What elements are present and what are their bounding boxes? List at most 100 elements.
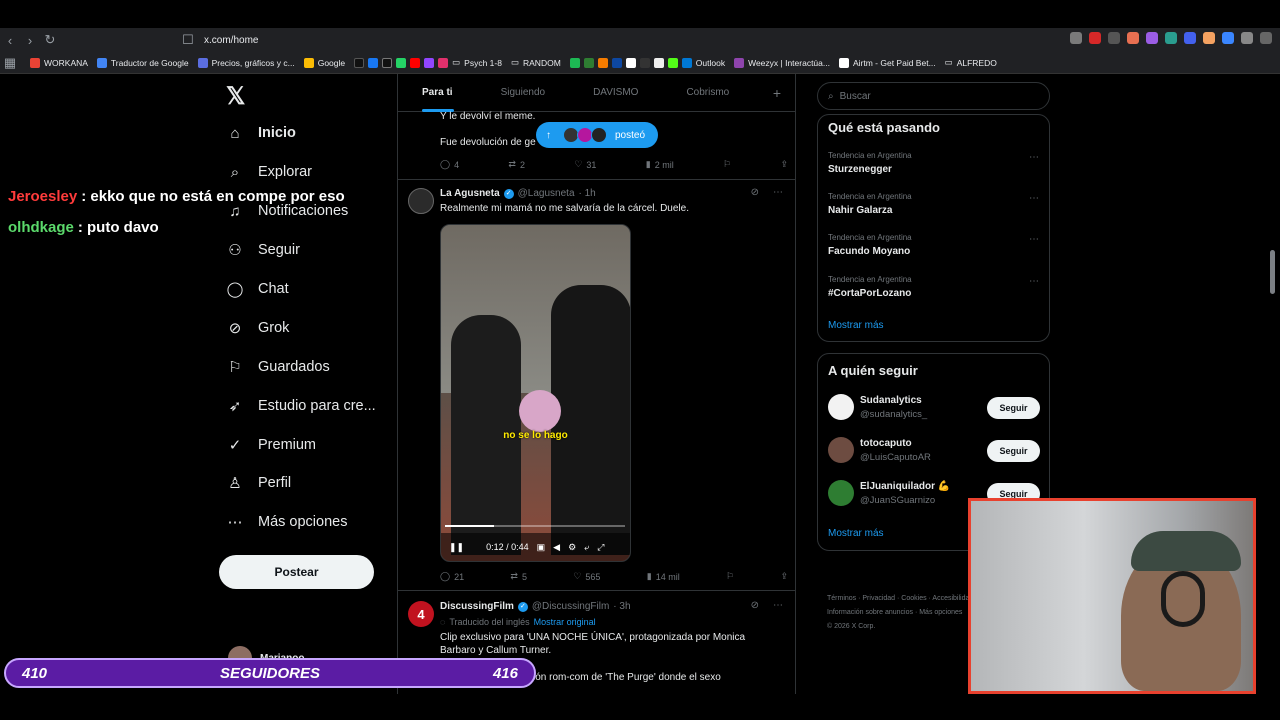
trend-item[interactable]: #CortaPorLozano xyxy=(828,288,911,299)
bookmark-button[interactable]: ⚐ xyxy=(723,159,731,170)
extension-icon[interactable] xyxy=(1241,32,1253,44)
more-options-icon[interactable]: ⋯ xyxy=(1029,276,1039,287)
retweet-button[interactable]: ⇄ 2 xyxy=(508,159,525,170)
author-name[interactable]: DiscussingFilm xyxy=(440,601,514,612)
bookmark-icons-group[interactable] xyxy=(354,57,449,68)
nav-creator-studio[interactable]: ➶ Estudio para cre... xyxy=(226,397,376,415)
post-button[interactable]: Postear xyxy=(219,555,374,589)
nav-bookmarks[interactable]: ⚐ Guardados xyxy=(226,358,329,376)
tab-cobrismo[interactable]: Cobrismo xyxy=(662,87,753,98)
author-handle[interactable]: @Lagusneta xyxy=(518,188,575,199)
extension-icon[interactable] xyxy=(1089,32,1101,44)
extension-icon[interactable] xyxy=(1108,32,1120,44)
trend-item[interactable]: Facundo Moyano xyxy=(828,246,910,257)
bookmark-item[interactable]: Outlook xyxy=(681,57,725,68)
nav-grok[interactable]: ⊘ Grok xyxy=(226,319,290,337)
retweet-button[interactable]: ⇄ 5 xyxy=(510,571,527,582)
add-tab-icon[interactable]: + xyxy=(773,85,781,101)
bookmark-item[interactable]: Precios, gráficos y c... xyxy=(197,57,295,68)
nav-chat[interactable]: ◯ Chat xyxy=(226,280,289,298)
fullscreen-icon[interactable]: ⤢ xyxy=(597,542,604,553)
avatar[interactable]: 4 xyxy=(408,601,434,627)
nav-profile[interactable]: ♙ Perfil xyxy=(226,474,291,492)
reply-button[interactable]: ◯ 21 xyxy=(440,571,464,582)
extension-icon[interactable] xyxy=(1165,32,1177,44)
share-button[interactable]: ⇪ xyxy=(780,571,788,582)
extension-icon[interactable] xyxy=(1203,32,1215,44)
follow-button[interactable]: Seguir xyxy=(987,397,1040,419)
forward-icon[interactable]: › xyxy=(20,30,40,50)
popout-icon[interactable]: ⤶ xyxy=(584,542,589,553)
video-progress-track[interactable] xyxy=(445,525,625,527)
tab-davismo[interactable]: DAVISMO xyxy=(569,87,662,98)
tab-following[interactable]: Siguiendo xyxy=(477,87,569,98)
search-input[interactable]: Buscar xyxy=(840,91,871,102)
more-options-icon[interactable]: ⋯ xyxy=(1029,152,1039,163)
bookmark-item[interactable]: Google xyxy=(303,57,345,68)
more-options-icon[interactable]: ⋯ xyxy=(1029,234,1039,245)
scrollbar-thumb[interactable] xyxy=(1270,250,1275,294)
bookmark-folder[interactable]: ▭ Psych 1-8 xyxy=(452,57,502,68)
avatar[interactable] xyxy=(828,480,854,506)
volume-icon[interactable]: ◀ xyxy=(553,542,560,553)
bookmark-item[interactable]: WORKANA xyxy=(30,57,88,68)
show-more-link[interactable]: Mostrar más xyxy=(828,528,884,539)
like-button[interactable]: ♡ 565 xyxy=(573,571,600,582)
nav-home[interactable]: ⌂ Inicio xyxy=(226,124,295,142)
tweet-time[interactable]: · 3h xyxy=(613,601,630,612)
bookmark-button[interactable]: ⚐ xyxy=(726,571,734,582)
bookmark-folder[interactable]: ▭ RANDOM xyxy=(511,57,561,68)
nav-follow[interactable]: ⚇ Seguir xyxy=(226,241,300,259)
share-button[interactable]: ⇪ xyxy=(780,159,788,170)
avatar[interactable] xyxy=(828,394,854,420)
views-button[interactable]: ▮ 14 mil xyxy=(647,571,680,582)
bookmark-folder[interactable]: ▭ ALFREDO xyxy=(945,57,997,68)
extension-icon[interactable] xyxy=(1184,32,1196,44)
reload-icon[interactable]: ↻ xyxy=(40,30,60,50)
reply-button[interactable]: ◯ 4 xyxy=(440,159,459,170)
more-options-icon[interactable]: ⋯ xyxy=(773,187,783,198)
tab-for-you[interactable]: Para ti xyxy=(398,87,477,112)
author-name[interactable]: La Agusneta xyxy=(440,188,500,199)
extension-icon[interactable] xyxy=(1222,32,1234,44)
url-field[interactable]: x.com/home xyxy=(204,30,258,50)
like-button[interactable]: ♡ 31 xyxy=(574,159,596,170)
bookmark-icons-group[interactable] xyxy=(569,57,678,68)
x-logo-icon[interactable]: 𝕏 xyxy=(226,82,245,111)
avatar[interactable] xyxy=(408,188,434,214)
bookmark-item[interactable]: Airtm - Get Paid Bet... xyxy=(838,57,936,68)
bookmark-item[interactable]: Traductor de Google xyxy=(96,57,189,68)
follow-name[interactable]: ElJuaniquilador 💪 xyxy=(860,481,950,492)
tweet-time[interactable]: · 1h xyxy=(579,188,596,199)
extension-icon[interactable] xyxy=(1146,32,1158,44)
follow-button[interactable]: Seguir xyxy=(987,440,1040,462)
extension-icon[interactable] xyxy=(1070,32,1082,44)
more-options-icon[interactable]: ⋯ xyxy=(1029,193,1039,204)
nav-more-options[interactable]: ⋯ Más opciones xyxy=(226,513,348,531)
captions-icon[interactable]: ▣ xyxy=(537,542,546,553)
back-icon[interactable]: ‹ xyxy=(0,30,20,50)
follow-name[interactable]: Sudanalytics xyxy=(860,395,922,406)
avatar[interactable] xyxy=(828,437,854,463)
new-posts-pill[interactable]: ↑ posteó xyxy=(536,122,658,148)
nav-premium[interactable]: ✓ Premium xyxy=(226,436,316,454)
author-handle[interactable]: @DiscussingFilm xyxy=(532,601,609,612)
settings-icon[interactable]: ⚙ xyxy=(568,542,576,553)
extension-icon[interactable] xyxy=(1127,32,1139,44)
search-box[interactable]: ⌕ Buscar xyxy=(817,82,1050,110)
bookmark-item[interactable]: Weezyx | Interactúa... xyxy=(734,57,830,68)
show-more-link[interactable]: Mostrar más xyxy=(828,320,884,331)
follow-name[interactable]: totocaputo xyxy=(860,438,912,449)
more-options-icon[interactable]: ⋯ xyxy=(773,600,783,611)
trend-item[interactable]: Sturzenegger xyxy=(828,164,892,175)
bookmark-star-icon[interactable]: ☐ xyxy=(178,30,198,50)
show-original-link[interactable]: Mostrar original xyxy=(534,617,596,627)
video-player[interactable]: no se lo hago ❚❚ 0:12 / 0:44 ▣ ◀ ⚙ ⤶ ⤢ xyxy=(440,224,631,562)
pause-icon[interactable]: ❚❚ xyxy=(449,542,464,553)
apps-grid-icon[interactable]: ▦ xyxy=(0,53,20,73)
grok-icon[interactable]: ⊘ xyxy=(751,600,759,611)
views-button[interactable]: ▮ 2 mil xyxy=(646,159,674,170)
extension-icon[interactable] xyxy=(1260,32,1272,44)
trend-item[interactable]: Nahir Galarza xyxy=(828,205,892,216)
grok-icon[interactable]: ⊘ xyxy=(751,187,759,198)
